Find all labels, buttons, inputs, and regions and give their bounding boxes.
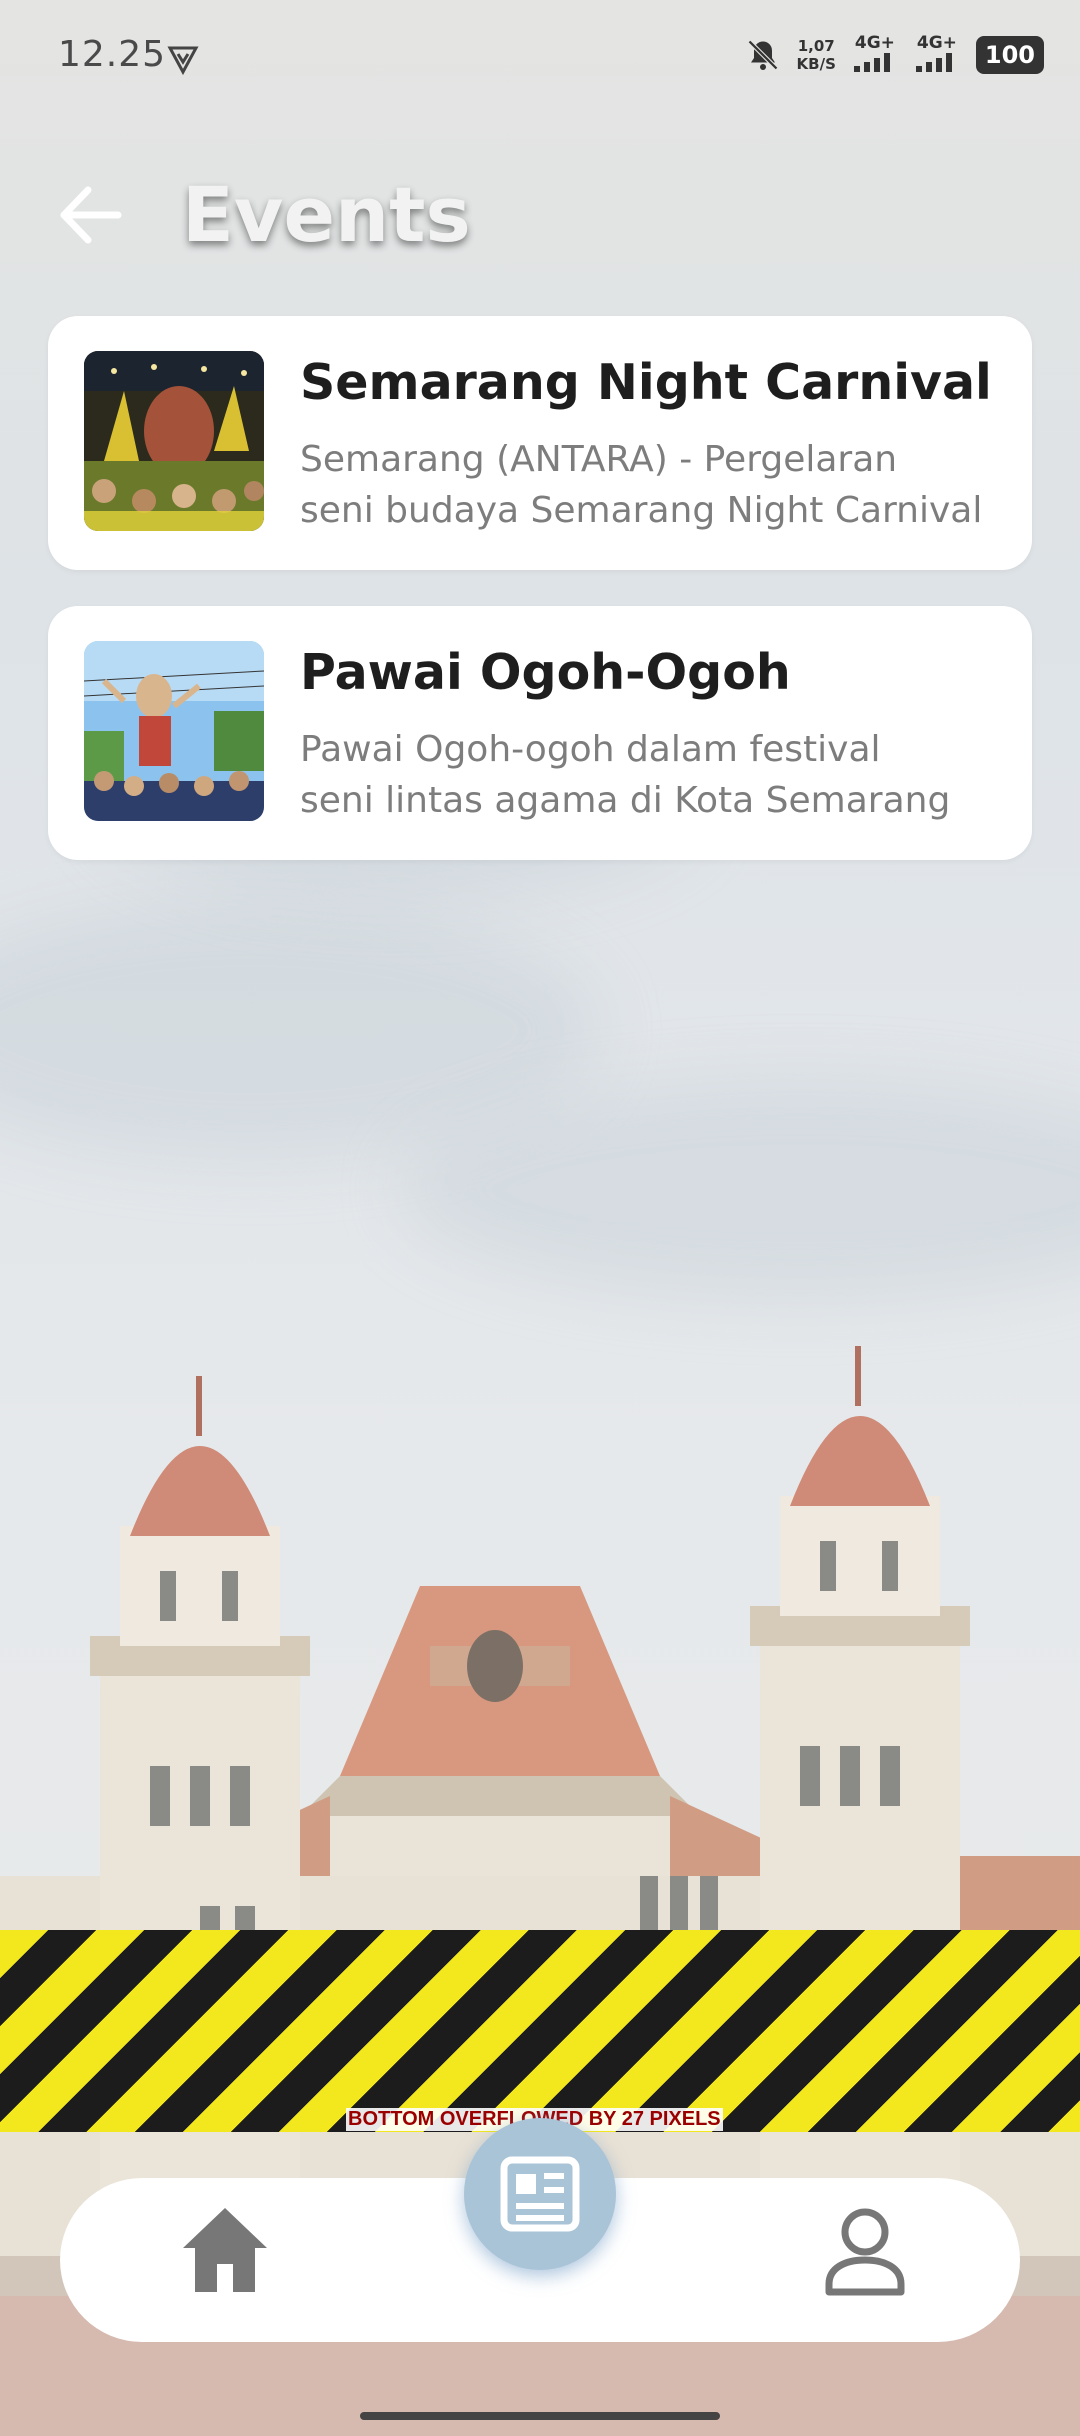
profile-icon[interactable] — [815, 2200, 915, 2300]
event-description: Semarang (ANTARA) - Pergelaran seni buda… — [300, 439, 983, 531]
event-list: Semarang Night Carnival Semarang (ANTARA… — [48, 316, 1032, 896]
signal-1: 4G+ — [852, 34, 898, 76]
app-bar: Events — [0, 170, 1080, 260]
status-bar: 12.25 1,07 KB/S 4G+ 4G+ 100 — [0, 0, 1080, 110]
home-icon[interactable] — [175, 2200, 275, 2300]
signal-2: 4G+ — [914, 34, 960, 76]
ogoh-ogoh-photo — [84, 641, 264, 821]
home-indicator — [360, 2412, 720, 2420]
event-card-semarang-night-carnival[interactable]: Semarang Night Carnival Semarang (ANTARA… — [48, 316, 1032, 570]
event-description: Pawai Ogoh-ogoh dalam festival seni lint… — [300, 729, 951, 821]
network-speed: 1,07 KB/S — [796, 37, 836, 73]
bell-off-icon — [747, 39, 778, 71]
clock: 12.25 — [58, 34, 167, 75]
news-fab-button[interactable] — [464, 2118, 616, 2270]
overflow-warning-stripes: BOTTOM OVERFLOWED BY 27 PIXELS — [0, 1930, 1080, 2132]
event-title: Pawai Ogoh-Ogoh — [300, 644, 791, 701]
news-icon — [500, 2156, 580, 2232]
signal-bars-icon — [853, 53, 890, 72]
event-card-pawai-ogoh-ogoh[interactable]: Pawai Ogoh-Ogoh Pawai Ogoh-ogoh dalam fe… — [48, 606, 1032, 860]
event-thumbnail — [84, 351, 264, 531]
event-title: Semarang Night Carnival — [300, 354, 992, 411]
carnival-photo — [84, 351, 264, 531]
page-title: Events — [182, 170, 471, 259]
signal-bars-icon — [915, 53, 952, 72]
back-arrow-icon[interactable] — [56, 180, 126, 250]
event-thumbnail — [84, 641, 264, 821]
vpn-shield-icon — [167, 46, 199, 76]
battery-indicator: 100 — [975, 36, 1044, 74]
